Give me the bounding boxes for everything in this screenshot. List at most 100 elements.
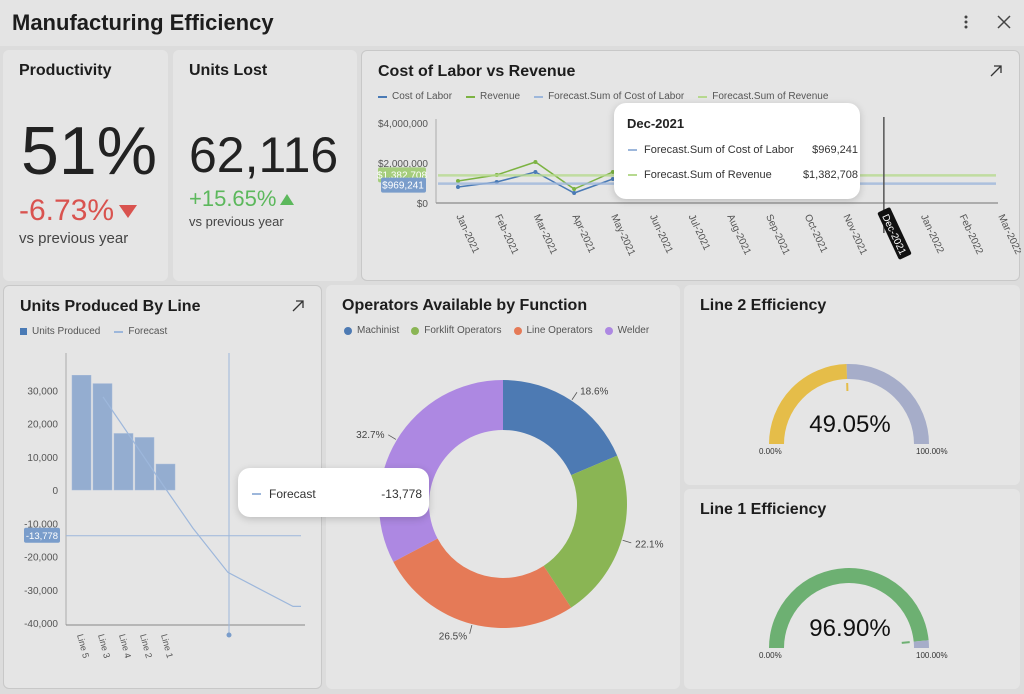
tooltip-title: Dec-2021 xyxy=(627,116,685,131)
delta-value: +15.65% xyxy=(189,186,277,211)
slice-label: 32.7% xyxy=(356,430,384,441)
bar xyxy=(113,433,134,491)
delta-value: -6.73% xyxy=(19,194,115,227)
tooltip-value: $969,241 xyxy=(812,144,858,156)
x-tick: Line 4 xyxy=(117,633,133,659)
x-tick-label: Oct-2021 xyxy=(802,213,830,255)
x-tick: Jul-2021 xyxy=(686,213,712,253)
slice-leader-line xyxy=(571,392,578,401)
data-point xyxy=(533,160,538,164)
donut-slice xyxy=(543,455,627,608)
kpi-value: 62,116 xyxy=(189,127,339,183)
x-tick-label: Nov-2021 xyxy=(841,213,869,257)
kpi-value: 51% xyxy=(21,113,158,189)
cost-badge-label: $969,241 xyxy=(382,181,424,192)
tooltip-label: Forecast xyxy=(269,487,316,501)
y-tick-label: $4,000,000 xyxy=(378,119,428,130)
donut-slice xyxy=(393,538,572,628)
tooltip-row: Forecast.Sum of Cost of Labor $969,241 xyxy=(628,144,858,156)
x-tick: Line 1 xyxy=(159,633,175,659)
x-tick: May-2021 xyxy=(608,213,637,258)
x-tick-label: Feb-2022 xyxy=(957,213,985,257)
x-tick-label: Line 4 xyxy=(117,633,133,659)
gauge-value: 49.05% xyxy=(809,411,891,438)
x-tick: Oct-2021 xyxy=(802,213,830,255)
gauge-max-label: 100.00% xyxy=(916,651,948,660)
x-tick: Feb-2021 xyxy=(492,213,520,257)
trend-down-icon xyxy=(119,205,138,218)
units-chart-tooltip: Forecast -13,778 xyxy=(238,468,429,517)
slice-leader-line xyxy=(469,624,473,634)
gauge-value: 96.90% xyxy=(809,615,891,642)
units-lost-card: Units Lost 62,116 +15.65% vs previous ye… xyxy=(173,50,357,281)
x-tick: Jun-2021 xyxy=(647,213,675,256)
x-tick-label: Jan-2021 xyxy=(453,213,481,256)
y-tick-label: 20,000 xyxy=(27,420,58,431)
kpi-delta: +15.65% xyxy=(189,186,295,212)
app-title: Manufacturing Efficiency xyxy=(12,10,274,35)
y-tick-label: 0 xyxy=(52,486,58,497)
crosshair-marker xyxy=(226,632,232,638)
x-tick-label: Line 5 xyxy=(75,633,91,659)
bar xyxy=(155,463,176,491)
card-title: Units Lost xyxy=(189,62,268,79)
line1-efficiency-card: Line 1 Efficiency 96.90% 0.00% 100.00% xyxy=(684,489,1020,689)
tooltip-row: Forecast.Sum of Revenue $1,382,708 xyxy=(628,169,858,181)
x-tick: Jan-2022 xyxy=(918,213,946,256)
x-tick: Line 5 xyxy=(75,633,91,659)
slice-label: 26.5% xyxy=(439,632,467,643)
y-tick-label: 10,000 xyxy=(27,453,58,464)
x-tick-label: May-2021 xyxy=(608,213,637,258)
y-tick-label: -30,000 xyxy=(24,586,58,597)
bar xyxy=(71,375,92,491)
expand-arrow-icon[interactable] xyxy=(988,63,1004,79)
y-tick-label: -40,000 xyxy=(24,619,58,630)
gauge-max-label: 100.00% xyxy=(916,447,948,456)
x-tick-label: Feb-2021 xyxy=(492,213,520,257)
tooltip-label: Forecast.Sum of Cost of Labor xyxy=(644,144,794,156)
x-tick-label: Jul-2021 xyxy=(686,213,712,253)
legend-swatch xyxy=(628,149,637,151)
bar xyxy=(92,383,113,491)
more-vertical-icon[interactable] xyxy=(956,12,976,32)
close-icon[interactable] xyxy=(994,12,1014,32)
x-tick-label: Jun-2021 xyxy=(647,213,675,256)
productivity-card: Productivity 51% -6.73% vs previous year xyxy=(3,50,168,281)
x-tick-label: Sep-2021 xyxy=(763,213,791,257)
bar xyxy=(134,437,155,491)
tooltip-row: Forecast -13,778 xyxy=(252,487,422,501)
x-tick-label: Mar-2021 xyxy=(531,213,559,257)
kpi-subtitle: vs previous year xyxy=(189,214,284,229)
tooltip-value: -13,778 xyxy=(381,487,422,501)
legend-swatch xyxy=(252,493,261,495)
x-tick-label: Jan-2022 xyxy=(918,213,946,256)
labor-revenue-card: Cost of Labor vs Revenue Cost of Labor Re… xyxy=(361,50,1021,281)
x-tick: Line 2 xyxy=(138,633,154,659)
legend-swatch xyxy=(628,174,637,176)
x-tick: Line 3 xyxy=(96,633,112,659)
y-tick-label: -20,000 xyxy=(24,553,58,564)
x-tick: Jan-2021 xyxy=(453,213,481,256)
data-point xyxy=(572,191,577,195)
x-tick: Feb-2022 xyxy=(957,213,985,257)
line2-gauge xyxy=(769,364,929,445)
x-tick: Apr-2021 xyxy=(570,213,598,255)
x-tick: Nov-2021 xyxy=(841,213,869,257)
y-tick-label: 30,000 xyxy=(27,386,58,397)
slice-label: 22.1% xyxy=(635,539,663,550)
gauge-min-label: 0.00% xyxy=(759,447,782,456)
line2-efficiency-card: Line 2 Efficiency 49.05% 0.00% 100.00% xyxy=(684,285,1020,485)
x-tick: Sep-2021 xyxy=(763,213,791,257)
crosshair-badge-label: -13,778 xyxy=(26,531,58,542)
y-tick-label: $0 xyxy=(417,199,429,210)
gauge-min-label: 0.00% xyxy=(759,651,782,660)
x-tick: Mar-2021 xyxy=(531,213,559,257)
x-tick: Mar-2022 xyxy=(995,213,1021,257)
slice-leader-line xyxy=(622,539,632,544)
x-tick: Aug-2021 xyxy=(724,213,752,257)
kpi-subtitle: vs previous year xyxy=(19,230,129,247)
card-title: Cost of Labor vs Revenue xyxy=(378,63,576,80)
x-tick-label: Apr-2021 xyxy=(570,213,598,255)
card-title: Productivity xyxy=(19,62,112,79)
line1-gauge xyxy=(769,568,929,649)
